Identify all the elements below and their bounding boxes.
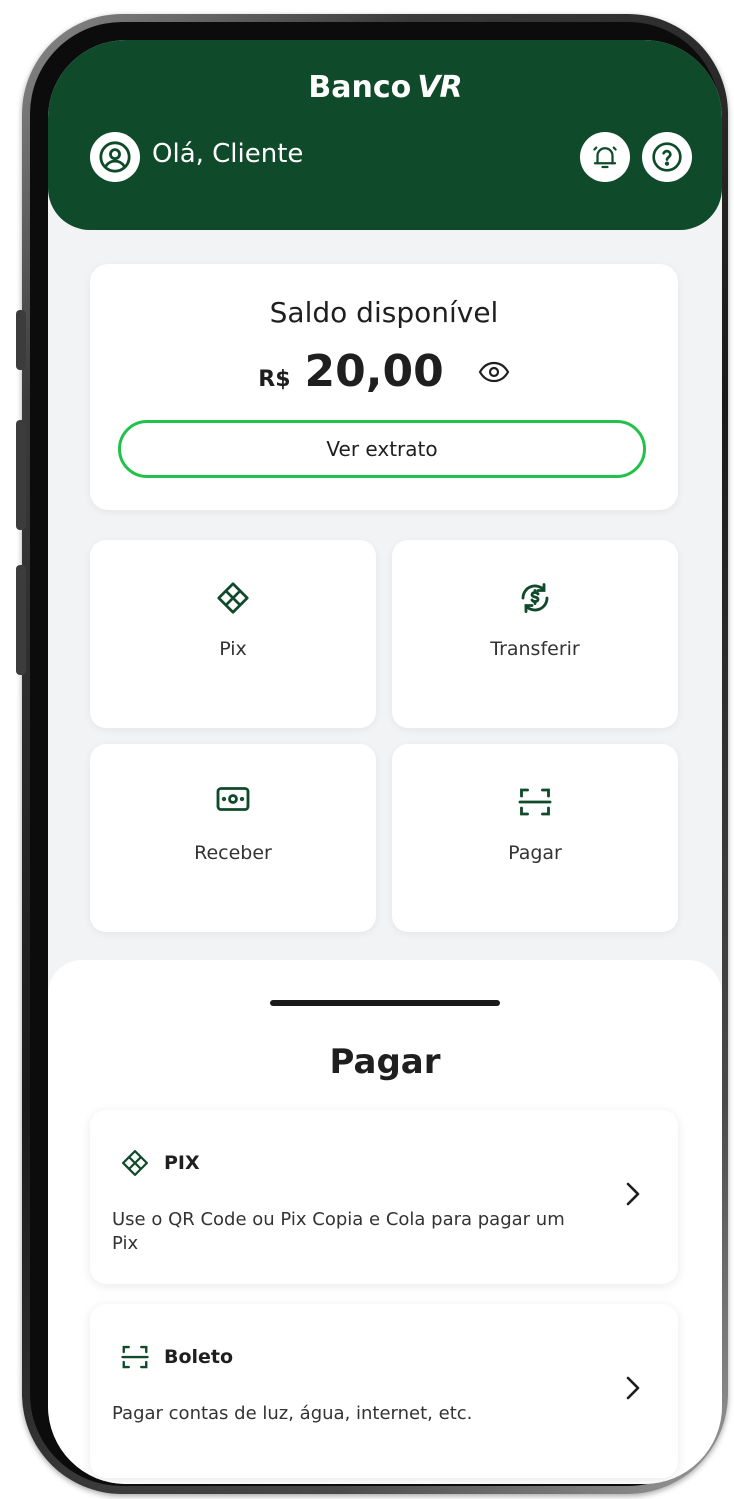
balance-amount: 20,00	[304, 346, 444, 397]
tile-label: Pix	[219, 638, 247, 660]
tile-icon-wrap	[90, 784, 376, 814]
tile-icon-wrap	[90, 580, 376, 616]
chevron-right-icon	[624, 1374, 642, 1402]
balance-title: Saldo disponível	[269, 296, 499, 329]
option-header: Boleto	[120, 1342, 233, 1372]
greeting-text: Olá, Cliente	[152, 139, 304, 169]
bell-icon	[593, 146, 617, 169]
toggle-balance-visibility[interactable]	[478, 361, 510, 383]
side-button	[16, 565, 26, 675]
option-description: Use o QR Code ou Pix Copia e Cola para p…	[112, 1209, 565, 1254]
balance-row: R$ 20,00	[90, 346, 678, 397]
profile-button[interactable]	[90, 132, 140, 182]
tile-label: Transferir	[490, 638, 580, 660]
currency-symbol: R$	[258, 367, 291, 392]
pix-icon	[217, 582, 249, 614]
help-circle-icon	[652, 142, 682, 172]
option-header: PIX	[120, 1148, 200, 1178]
sheet-title: Pagar	[329, 1042, 441, 1082]
option-title: PIX	[164, 1152, 200, 1174]
tile-icon-wrap	[392, 580, 678, 616]
side-button	[16, 310, 26, 370]
tile-label: Pagar	[508, 842, 562, 864]
receive-money-icon	[216, 787, 250, 811]
user-circle-icon	[99, 141, 131, 173]
transfer-icon	[521, 583, 549, 613]
sheet-drag-handle[interactable]	[270, 1000, 500, 1006]
tile-icon-wrap	[392, 784, 678, 820]
option-description: Pagar contas de luz, água, internet, etc…	[112, 1403, 473, 1424]
pay-bottom-sheet: Pagar PIX Use o QR Code ou Pix Copia e C…	[48, 960, 722, 1484]
app-screen: Banco VR Olá, Cliente Saldo disponível R$…	[48, 40, 722, 1484]
pay-option-boleto[interactable]: Boleto Pagar contas de luz, água, intern…	[90, 1304, 678, 1478]
pix-icon	[122, 1150, 148, 1176]
view-statement-button[interactable]: Ver extrato	[118, 420, 646, 478]
action-tile-pix[interactable]: Pix	[90, 540, 376, 728]
brand-logo: Banco VR	[48, 70, 722, 105]
chevron-right-icon	[624, 1180, 642, 1208]
scan-icon	[518, 788, 552, 816]
notifications-button[interactable]	[580, 132, 630, 182]
brand-name: Banco	[308, 70, 412, 105]
eye-icon	[478, 361, 509, 382]
balance-card: Saldo disponível R$ 20,00 Ver extrato	[90, 264, 678, 510]
action-tile-receive[interactable]: Receber	[90, 744, 376, 932]
side-button	[16, 420, 26, 530]
scan-icon	[121, 1345, 149, 1369]
tile-label: Receber	[194, 842, 272, 864]
pay-option-pix[interactable]: PIX Use o QR Code ou Pix Copia e Cola pa…	[90, 1110, 678, 1284]
option-title: Boleto	[164, 1346, 234, 1368]
action-tile-pay[interactable]: Pagar	[392, 744, 678, 932]
brand-mark: VR	[417, 70, 462, 105]
help-button[interactable]	[642, 132, 692, 182]
app-header: Banco VR Olá, Cliente	[48, 40, 722, 230]
action-tile-transfer[interactable]: Transferir	[392, 540, 678, 728]
